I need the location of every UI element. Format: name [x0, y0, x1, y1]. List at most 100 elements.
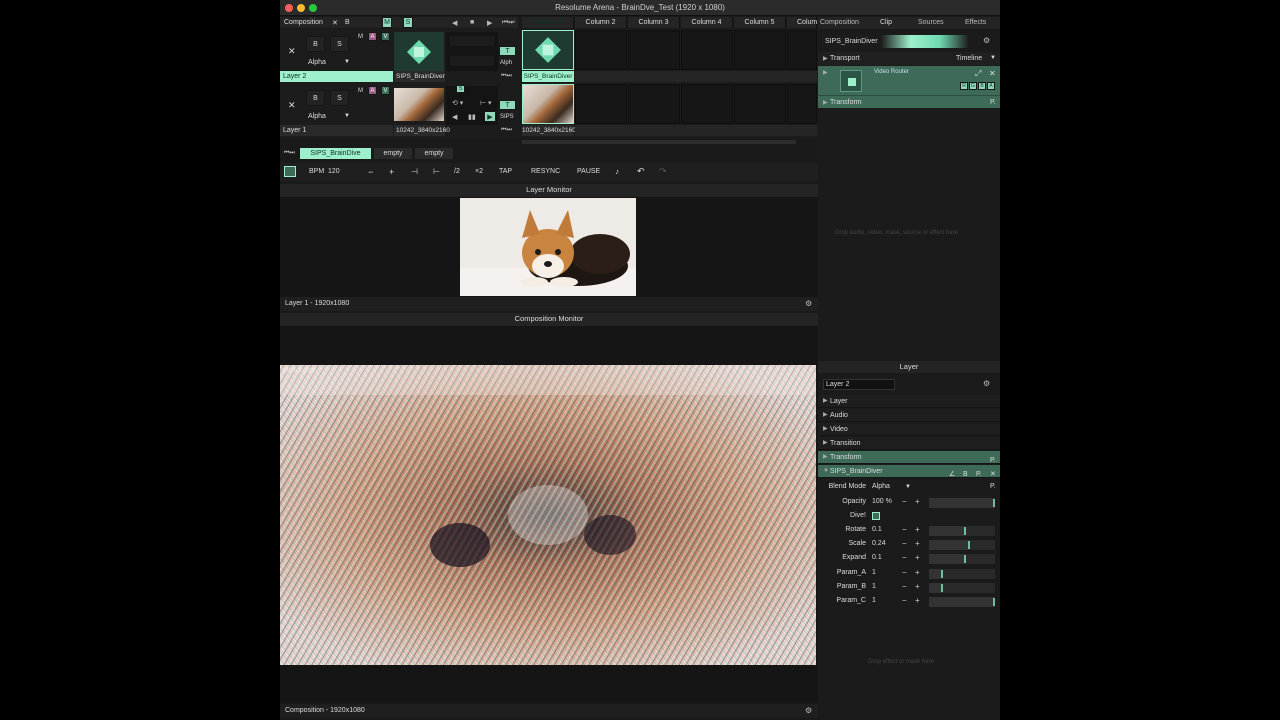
effect-angle-button[interactable]: ∠	[949, 468, 955, 481]
bpm-double-button[interactable]: ×2	[475, 168, 483, 175]
layer-1-col-1-clip-name[interactable]: 10242_3840x2160	[522, 125, 576, 136]
layer-2-col-1-clip[interactable]	[522, 30, 574, 70]
layer-section-layer[interactable]: ▶ Layer	[818, 395, 1000, 408]
layer-2-clip-name[interactable]: SIPS_BrainDiver	[394, 71, 445, 82]
param-value[interactable]: 0.24	[872, 540, 886, 547]
layer-2-clear-icon[interactable]: ✕	[288, 46, 296, 57]
redo-icon[interactable]: ↷	[659, 166, 667, 177]
deck-nav-icon[interactable]: ⏮⏭	[284, 150, 295, 157]
param-slider[interactable]	[929, 582, 995, 593]
param-slider-handle[interactable]	[993, 499, 995, 507]
skip-icon[interactable]: ⏮⏭	[502, 19, 515, 27]
layer-section-transition[interactable]: ▶ Transition	[818, 437, 1000, 450]
layer-1-col-5-cell[interactable]	[734, 84, 786, 124]
clip-name-field[interactable]: SIPS_BrainDiver	[823, 35, 969, 48]
param-decrease-button[interactable]: −	[902, 539, 907, 548]
layer-section-audio[interactable]: ▶ Audio	[818, 409, 1000, 422]
blend-mode-select[interactable]: Alpha	[872, 483, 890, 490]
resync-button[interactable]: RESYNC	[531, 168, 560, 175]
param-increase-button[interactable]: +	[915, 525, 920, 534]
layer-2-t-button[interactable]: T	[499, 46, 516, 56]
param-increase-button[interactable]: +	[915, 568, 920, 577]
layer-2-col-4-cell[interactable]	[681, 30, 733, 70]
param-value[interactable]: 1	[872, 583, 876, 590]
param-slider[interactable]	[929, 498, 995, 508]
param-slider-handle[interactable]	[941, 583, 944, 592]
timeline-select[interactable]: Timeline	[956, 55, 982, 62]
effect-bypass-button[interactable]: B	[963, 468, 968, 481]
layer-1-clip-name[interactable]: 10242_3840x2160	[394, 125, 450, 136]
bpm-increase-button[interactable]: +	[389, 167, 394, 177]
direction-icon[interactable]: ⊢ ▾	[480, 99, 492, 107]
column-6-header[interactable]: Colum	[787, 17, 817, 28]
column-3-header[interactable]: Column 3	[628, 17, 680, 28]
param-slider-handle[interactable]	[993, 597, 995, 606]
layer-2-col-1-clip-name[interactable]: SIPS_BrainDiver	[522, 71, 574, 82]
column-5-header[interactable]: Column 5	[734, 17, 786, 28]
nudge-forward-icon[interactable]: ⊢	[433, 167, 440, 176]
param-decrease-button[interactable]: −	[902, 582, 907, 591]
layer-2-col-2-cell[interactable]	[575, 30, 627, 70]
channel-a-button[interactable]: A	[987, 82, 995, 90]
layer-2-name-bar[interactable]: Layer 2	[280, 71, 393, 82]
layer-1-col-3-cell[interactable]	[628, 84, 680, 124]
tab-clip[interactable]: Clip	[880, 19, 892, 26]
tap-button[interactable]: TAP	[499, 168, 512, 175]
layer-1-name-bar[interactable]: Layer 1	[280, 125, 393, 136]
bpm-half-button[interactable]: /2	[454, 168, 460, 175]
param-slider[interactable]	[929, 526, 995, 537]
expand-icon[interactable]: ⤢	[975, 69, 981, 79]
remove-effect-icon[interactable]: ✕	[989, 69, 996, 78]
gear-icon[interactable]: ⚙	[983, 36, 990, 45]
metronome-icon[interactable]	[284, 166, 296, 177]
layer-2-clip-thumbnail[interactable]	[394, 32, 444, 71]
next-column-icon[interactable]: ▶	[487, 19, 492, 27]
channel-b-button[interactable]: B	[978, 82, 986, 90]
param-slider[interactable]	[929, 540, 995, 551]
column-1-header[interactable]: Column 1	[522, 17, 574, 28]
layer-1-s-small-button[interactable]: S	[456, 85, 465, 93]
layer-1-col-2-cell[interactable]	[575, 84, 627, 124]
nudge-back-icon[interactable]: ⊣	[411, 167, 418, 176]
deck-tab-empty-1[interactable]: empty	[374, 148, 412, 159]
tab-composition[interactable]: Composition	[820, 19, 859, 26]
param-slider-handle[interactable]	[967, 541, 970, 550]
layer-effect-brain-diver[interactable]: ▼ SIPS_BrainDiver ∠ B P. ✕	[818, 465, 1000, 478]
gear-icon[interactable]: ⚙	[805, 706, 812, 715]
composition-clear-icon[interactable]: ✕	[332, 19, 338, 27]
param-increase-button[interactable]: +	[915, 553, 920, 562]
layer-1-m-button[interactable]: M	[358, 88, 363, 94]
prev-column-icon[interactable]: ◀	[452, 19, 457, 27]
param-increase-button[interactable]: +	[915, 497, 920, 506]
layer-2-skip-icon[interactable]: ⏮⏭	[501, 73, 512, 80]
play-forward-icon[interactable]: ▶	[484, 111, 496, 122]
layer-1-clip-thumbnail[interactable]	[394, 88, 444, 121]
dive-checkbox[interactable]	[872, 512, 880, 521]
gear-icon[interactable]: ⚙	[983, 379, 990, 388]
channel-r-button[interactable]: R	[960, 82, 968, 90]
param-slider-handle[interactable]	[964, 527, 967, 536]
pause-icon[interactable]: ▮▮	[468, 113, 476, 121]
gear-icon[interactable]: ⚙	[805, 299, 812, 308]
channel-g-button[interactable]: G	[969, 82, 977, 90]
layer-2-blend-select[interactable]: Alpha	[308, 59, 326, 66]
layer-section-transform[interactable]: ▶ Transform P.	[818, 451, 1000, 464]
column-2-header[interactable]: Column 2	[575, 17, 627, 28]
tab-effects[interactable]: Effects	[965, 19, 986, 26]
composition-solo-button[interactable]: S	[403, 17, 413, 28]
layer-1-solo-button[interactable]: S	[330, 90, 349, 106]
composition-mute-button[interactable]: M	[382, 17, 392, 28]
param-slider-handle[interactable]	[964, 555, 967, 564]
layer-1-a-button[interactable]: A	[368, 86, 377, 95]
clip-transform-section[interactable]: ▶ Transform P.	[818, 95, 1000, 108]
layer-1-col-1-clip[interactable]	[522, 84, 574, 124]
layer-1-t-button[interactable]: T	[499, 100, 516, 110]
stop-icon[interactable]: ■	[470, 19, 474, 26]
layer-2-bypass-button[interactable]: B	[306, 36, 325, 52]
layer-name-field[interactable]: Layer 2	[823, 379, 895, 390]
tab-sources[interactable]: Sources	[918, 19, 944, 26]
bpm-value[interactable]: 120	[328, 168, 340, 175]
clip-transport-section[interactable]: ▶ Transport Timeline ▼	[818, 52, 1000, 65]
loop-icon[interactable]: ⟲ ▾	[452, 99, 463, 107]
param-value[interactable]: 1	[872, 569, 876, 576]
